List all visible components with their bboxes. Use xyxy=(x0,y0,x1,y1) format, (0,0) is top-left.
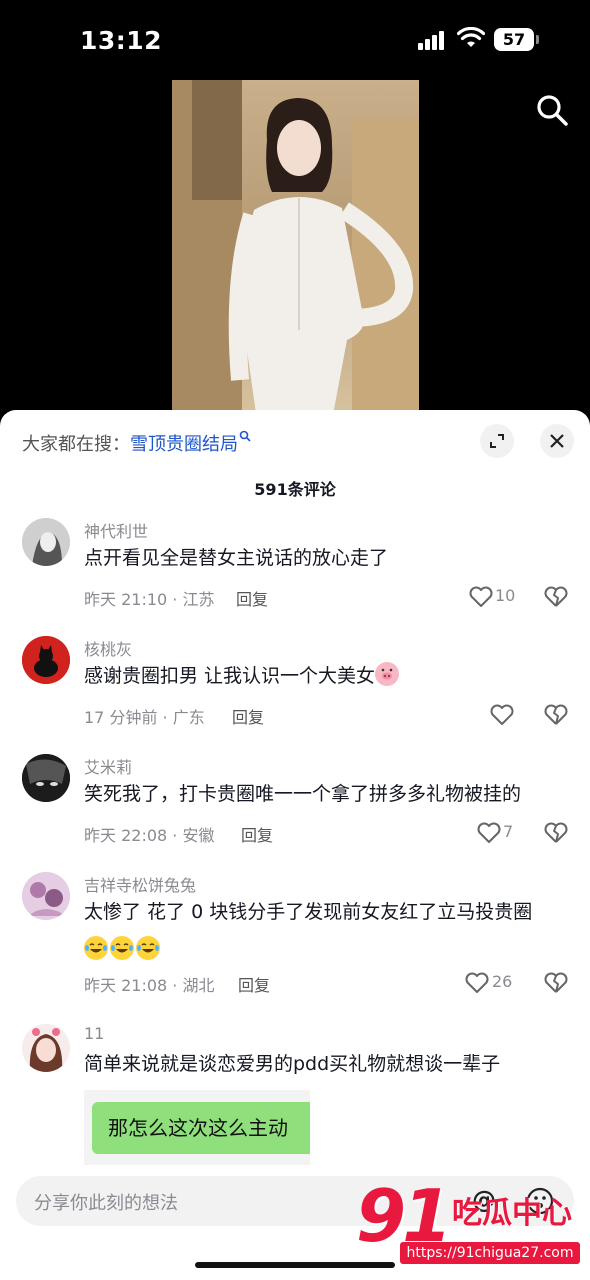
like-count: 7 xyxy=(503,822,514,841)
comment-text: 感谢贵圈扣男 让我认识一个大美女 xyxy=(84,665,376,687)
broken-heart-icon[interactable] xyxy=(543,971,569,995)
watermark-url: https://91chigua27.com xyxy=(400,1242,580,1264)
heart-icon[interactable] xyxy=(476,821,502,845)
comment-text: 笑死我了，打卡贵圈唯一一个拿了拼多多礼物被挂的 xyxy=(84,783,522,805)
comment-count: 591条评论 xyxy=(254,480,336,499)
comment-input-placeholder: 分享你此刻的想法 xyxy=(34,1193,178,1214)
comment-sheet: 大家都在搜：雪顶贵圈结局 591条评论 神代利世 点开看见全是替女主说话的放心走… xyxy=(0,410,590,1280)
broken-heart-icon[interactable] xyxy=(543,585,569,609)
home-indicator[interactable] xyxy=(195,1262,395,1268)
comment-text: 太惨了 花了 0 块钱分手了发现前女友红了立马投贵圈 xyxy=(84,901,533,923)
trending-search[interactable]: 大家都在搜：雪顶贵圈结局 xyxy=(22,430,251,456)
like-count: 10 xyxy=(495,586,516,605)
heart-icon[interactable] xyxy=(489,703,515,727)
comment-username[interactable]: 核桃灰 xyxy=(84,636,132,660)
expand-button[interactable] xyxy=(480,424,514,458)
expand-icon xyxy=(490,434,504,448)
video-player[interactable] xyxy=(0,80,590,420)
comment-username[interactable]: 吉祥寺松饼兔兔 xyxy=(84,872,196,896)
status-bar: 13:12 57 xyxy=(0,0,590,80)
emoji-row xyxy=(84,936,162,960)
avatar[interactable] xyxy=(22,636,70,684)
comment-text: 简单来说就是谈恋爱男的pdd买礼物就想谈一辈子 xyxy=(84,1053,501,1075)
status-time: 13:12 xyxy=(80,26,163,55)
laughing-crying-emoji-icon xyxy=(84,936,108,960)
trending-keyword-link[interactable]: 雪顶贵圈结局 xyxy=(130,434,238,455)
avatar[interactable] xyxy=(22,872,70,920)
avatar[interactable] xyxy=(22,1024,70,1072)
comment-text-line: 感谢贵圈扣男 让我认识一个大美女 xyxy=(84,660,401,692)
reply-button[interactable]: 回复 xyxy=(236,586,268,610)
comment-meta: 昨天 21:08 · 湖北 xyxy=(84,976,215,995)
watermark-logo: 91 吃瓜中心 https://91chigua27.com xyxy=(356,1174,586,1270)
comment-image-attachment[interactable]: 那怎么这次这么主动 xyxy=(84,1090,310,1165)
wifi-icon xyxy=(457,27,485,47)
video-figure-illustration xyxy=(172,80,419,420)
broken-heart-icon[interactable] xyxy=(543,821,569,845)
trending-prefix: 大家都在搜： xyxy=(22,434,130,455)
like-count: 26 xyxy=(492,972,513,991)
comment-meta: 昨天 21:10 · 江苏 xyxy=(84,590,215,609)
watermark-name: 吃瓜中心 xyxy=(452,1196,572,1231)
battery-tip xyxy=(536,35,539,44)
cellular-signal-icon xyxy=(418,30,450,50)
comment-username[interactable]: 11 xyxy=(84,1024,104,1043)
avatar[interactable] xyxy=(22,754,70,802)
search-small-icon xyxy=(239,430,251,442)
comment-meta: 17 分钟前 · 广东 xyxy=(84,708,205,727)
close-button[interactable] xyxy=(540,424,574,458)
reply-button[interactable]: 回复 xyxy=(232,704,264,728)
heart-icon[interactable] xyxy=(468,585,494,609)
avatar[interactable] xyxy=(22,518,70,566)
laughing-crying-emoji-icon xyxy=(136,936,160,960)
comment-text: 点开看见全是替女主说话的放心走了 xyxy=(84,547,389,569)
battery-indicator: 57 xyxy=(494,28,534,51)
heart-icon[interactable] xyxy=(464,971,490,995)
reply-button[interactable]: 回复 xyxy=(241,822,273,846)
pig-emoji-icon xyxy=(375,662,400,686)
comment-username[interactable]: 艾米莉 xyxy=(84,754,132,778)
close-icon xyxy=(550,434,564,448)
reply-button[interactable]: 回复 xyxy=(238,972,270,996)
search-icon[interactable] xyxy=(534,92,570,128)
video-thumbnail[interactable] xyxy=(172,80,419,420)
broken-heart-icon[interactable] xyxy=(543,703,569,727)
chat-bubble-text: 那怎么这次这么主动 xyxy=(92,1102,310,1154)
comment-username[interactable]: 神代利世 xyxy=(84,518,148,542)
laughing-crying-emoji-icon xyxy=(110,936,134,960)
comment-meta: 昨天 22:08 · 安徽 xyxy=(84,826,215,845)
